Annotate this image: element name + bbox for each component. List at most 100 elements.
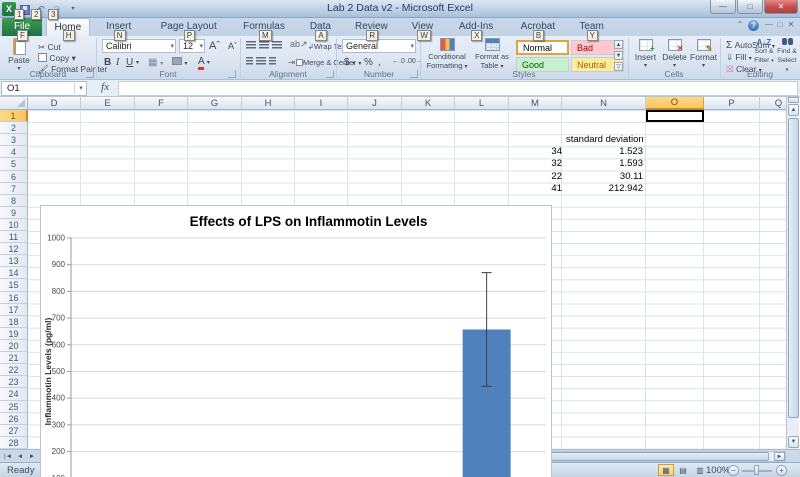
row-header-10[interactable]: 10 [0, 219, 28, 231]
grow-font-button[interactable]: Aˆ [209, 40, 220, 52]
zoom-out-button[interactable]: − [728, 465, 739, 476]
cell-value[interactable]: 1.523 [580, 146, 643, 158]
delete-cells-button[interactable]: ✕ Delete▾ [661, 39, 688, 69]
row-header-4[interactable]: 4 [0, 146, 28, 158]
borders-button[interactable]: ▦ ▾ [148, 57, 163, 68]
row-header-7[interactable]: 7 [0, 183, 28, 195]
cell-value[interactable]: 41 [540, 183, 562, 195]
zoom-in-button[interactable]: + [776, 465, 787, 476]
clipboard-dialog-launcher[interactable] [86, 70, 94, 78]
row-header-11[interactable]: 11 [0, 231, 28, 243]
accounting-format-button[interactable]: $ ▾ [344, 57, 355, 68]
gallery-down-arrow[interactable]: ▼ [614, 51, 623, 60]
scroll-right-button[interactable]: ► [774, 452, 785, 461]
cell-value[interactable]: 34 [540, 146, 562, 158]
column-header-d[interactable]: D [28, 97, 81, 110]
underline-dropdown[interactable]: ▾ [136, 59, 139, 66]
column-header-o[interactable]: O [646, 97, 704, 110]
row-header-8[interactable]: 8 [0, 195, 28, 207]
alignment-dialog-launcher[interactable] [326, 70, 334, 78]
column-header-f[interactable]: F [135, 97, 188, 110]
column-header-e[interactable]: E [81, 97, 135, 110]
italic-button[interactable]: I [116, 57, 119, 68]
font-color-button[interactable]: A ▾ [198, 56, 210, 67]
row-header-28[interactable]: 28 [0, 437, 28, 449]
scroll-down-button[interactable]: ▼ [788, 436, 799, 448]
normal-view-button[interactable]: ▦ [658, 464, 674, 476]
qat-dropdown[interactable]: ▾ [66, 3, 80, 16]
cut-button[interactable]: ✂ Cut [38, 42, 61, 53]
format-cells-button[interactable]: ✎ Format▾ [690, 39, 717, 69]
row-header-6[interactable]: 6 [0, 171, 28, 183]
bold-button[interactable]: B [104, 57, 111, 68]
workbook-restore-icon[interactable]: □ [775, 20, 785, 29]
first-sheet-button[interactable]: |◄ [2, 451, 14, 462]
select-all-button[interactable] [0, 97, 28, 110]
scroll-up-button[interactable]: ▲ [788, 104, 799, 116]
fill-button[interactable]: ⇓ Fill ▾ [726, 52, 752, 63]
split-handle[interactable] [788, 97, 799, 103]
row-header-25[interactable]: 25 [0, 401, 28, 413]
minimize-button[interactable]: — [710, 0, 736, 14]
vertical-align-buttons[interactable] [246, 41, 285, 51]
copy-button[interactable]: Copy ▾ [38, 53, 76, 64]
underline-button[interactable]: U [126, 57, 133, 68]
insert-cells-button[interactable]: + Insert▾ [632, 39, 659, 69]
name-box-dropdown[interactable]: ▾ [74, 81, 87, 96]
shrink-font-button[interactable]: Aˇ [228, 41, 237, 51]
row-header-27[interactable]: 27 [0, 425, 28, 437]
row-header-26[interactable]: 26 [0, 413, 28, 425]
page-layout-view-button[interactable]: ▤ [675, 464, 691, 476]
row-header-14[interactable]: 14 [0, 267, 28, 279]
column-header-p[interactable]: P [704, 97, 760, 110]
sort-filter-button[interactable]: A↓Z Sort & Filter ▾ [752, 38, 776, 66]
row-header-15[interactable]: 15 [0, 279, 28, 291]
row-header-2[interactable]: 2 [0, 122, 28, 134]
workbook-close-icon[interactable]: ✕ [786, 20, 796, 29]
row-header-3[interactable]: 3 [0, 134, 28, 146]
column-header-n[interactable]: N [562, 97, 646, 110]
format-as-table-button[interactable]: Format as Table ▾ [470, 38, 514, 72]
row-header-18[interactable]: 18 [0, 316, 28, 328]
row-header-16[interactable]: 16 [0, 292, 28, 304]
row-header-1[interactable]: 1 [0, 110, 28, 122]
active-cell-o1[interactable] [646, 110, 704, 122]
gallery-up-arrow[interactable]: ▲ [614, 40, 623, 49]
orientation-button[interactable]: ab↗ [290, 39, 308, 50]
row-header-24[interactable]: 24 [0, 388, 28, 400]
next-sheet-button[interactable]: ► [26, 451, 38, 462]
paste-button[interactable]: Paste▾ [4, 38, 34, 72]
zoom-slider-handle[interactable] [754, 465, 759, 475]
workbook-minimize-icon[interactable]: — [764, 20, 774, 29]
row-header-13[interactable]: 13 [0, 255, 28, 267]
column-header-h[interactable]: H [242, 97, 295, 110]
fill-color-button[interactable]: ▾ [172, 57, 187, 67]
conditional-formatting-button[interactable]: Conditional Formatting ▾ [424, 38, 470, 72]
font-size-select[interactable]: 12▾ [179, 39, 205, 53]
cell-style-normal[interactable]: Normal [516, 40, 569, 55]
row-header-9[interactable]: 9 [0, 207, 28, 219]
row-header-21[interactable]: 21 [0, 352, 28, 364]
cell-value[interactable]: 1.593 [580, 158, 643, 170]
help-icon[interactable]: ? [748, 20, 759, 31]
vertical-scroll-thumb[interactable] [788, 118, 799, 418]
column-header-j[interactable]: J [348, 97, 402, 110]
row-header-19[interactable]: 19 [0, 328, 28, 340]
formula-input[interactable] [118, 81, 798, 96]
maximize-button[interactable]: □ [737, 0, 763, 14]
insert-function-button[interactable]: fx [96, 81, 114, 96]
cell-value[interactable]: standard deviation [566, 134, 660, 146]
font-family-select[interactable]: Calibri▾ [102, 39, 176, 53]
number-dialog-launcher[interactable] [410, 70, 418, 78]
cell-value[interactable]: 30.11 [580, 171, 643, 183]
row-header-22[interactable]: 22 [0, 364, 28, 376]
horizontal-align-buttons[interactable] [246, 57, 279, 67]
cell-value[interactable]: 22 [540, 171, 562, 183]
font-dialog-launcher[interactable] [228, 70, 236, 78]
column-header-g[interactable]: G [188, 97, 242, 110]
cell-value[interactable]: 32 [540, 158, 562, 170]
increase-decimal-button[interactable]: ←.0 [392, 58, 405, 65]
row-header-23[interactable]: 23 [0, 376, 28, 388]
column-header-i[interactable]: I [295, 97, 348, 110]
close-button[interactable]: ✕ [764, 0, 798, 14]
